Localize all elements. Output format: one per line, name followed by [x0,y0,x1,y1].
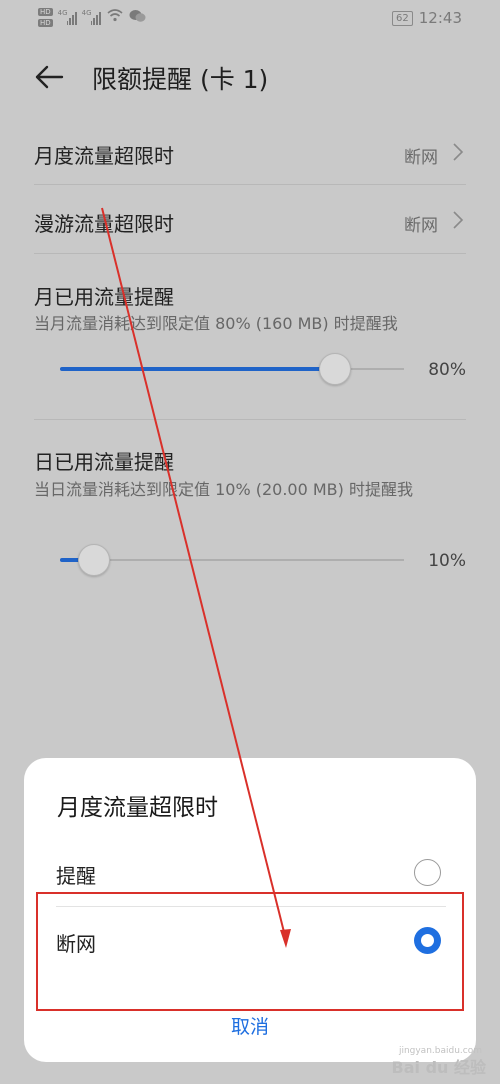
back-arrow-icon[interactable] [34,62,64,92]
wifi-icon [107,9,123,26]
watermark-logo: Bai du 经验 [391,1058,486,1077]
option-label: 提醒 [56,864,96,888]
wechat-icon [129,9,146,27]
hd-icon: HD [38,8,53,16]
radio-unselected-icon[interactable] [414,859,441,886]
slider-thumb[interactable] [319,353,352,385]
monthly-reminder-title: 月已用流量提醒 [34,285,174,309]
slider-track [60,559,404,561]
daily-percent: 10% [428,551,466,571]
daily-reminder-title: 日已用流量提醒 [34,450,174,474]
monthly-reminder-desc: 当月流量消耗达到限定值 80% (160 MB) 时提醒我 [34,314,398,333]
status-left: HD HD 4G 4G [38,8,146,27]
sheet-title: 月度流量超限时 [57,795,218,821]
annotation-highlight-box [36,892,464,1011]
hd-icons: HD HD [38,8,53,27]
row-value: 断网 [404,148,438,168]
row-value: 断网 [404,216,438,236]
divider [34,253,466,254]
battery-icon: 62 [392,10,413,26]
row-monthly-limit-action[interactable]: 月度流量超限时 断网 [34,136,466,176]
status-right: 62 12:43 [392,9,462,27]
hd-icon: HD [38,19,53,27]
cancel-button[interactable]: 取消 [24,1012,476,1039]
row-label: 月度流量超限时 [34,144,174,168]
status-bar: HD HD 4G 4G 62 12:43 [0,0,500,40]
signal-icon: 4G [82,9,101,25]
row-roaming-limit-action[interactable]: 漫游流量超限时 断网 [34,204,466,244]
chevron-right-icon [452,142,464,162]
daily-reminder-slider[interactable] [60,540,404,580]
monthly-reminder-slider[interactable] [60,349,404,389]
daily-reminder-desc: 当日流量消耗达到限定值 10% (20.00 MB) 时提醒我 [34,480,413,499]
chevron-right-icon [452,210,464,230]
divider [34,419,466,420]
divider [34,184,466,185]
monthly-percent: 80% [428,360,466,380]
signal-icon: 4G [58,9,77,25]
slider-fill [60,367,336,371]
page-title: 限额提醒 (卡 1) [92,65,269,94]
clock: 12:43 [418,9,462,27]
row-label: 漫游流量超限时 [34,212,174,236]
slider-thumb[interactable] [78,544,111,576]
